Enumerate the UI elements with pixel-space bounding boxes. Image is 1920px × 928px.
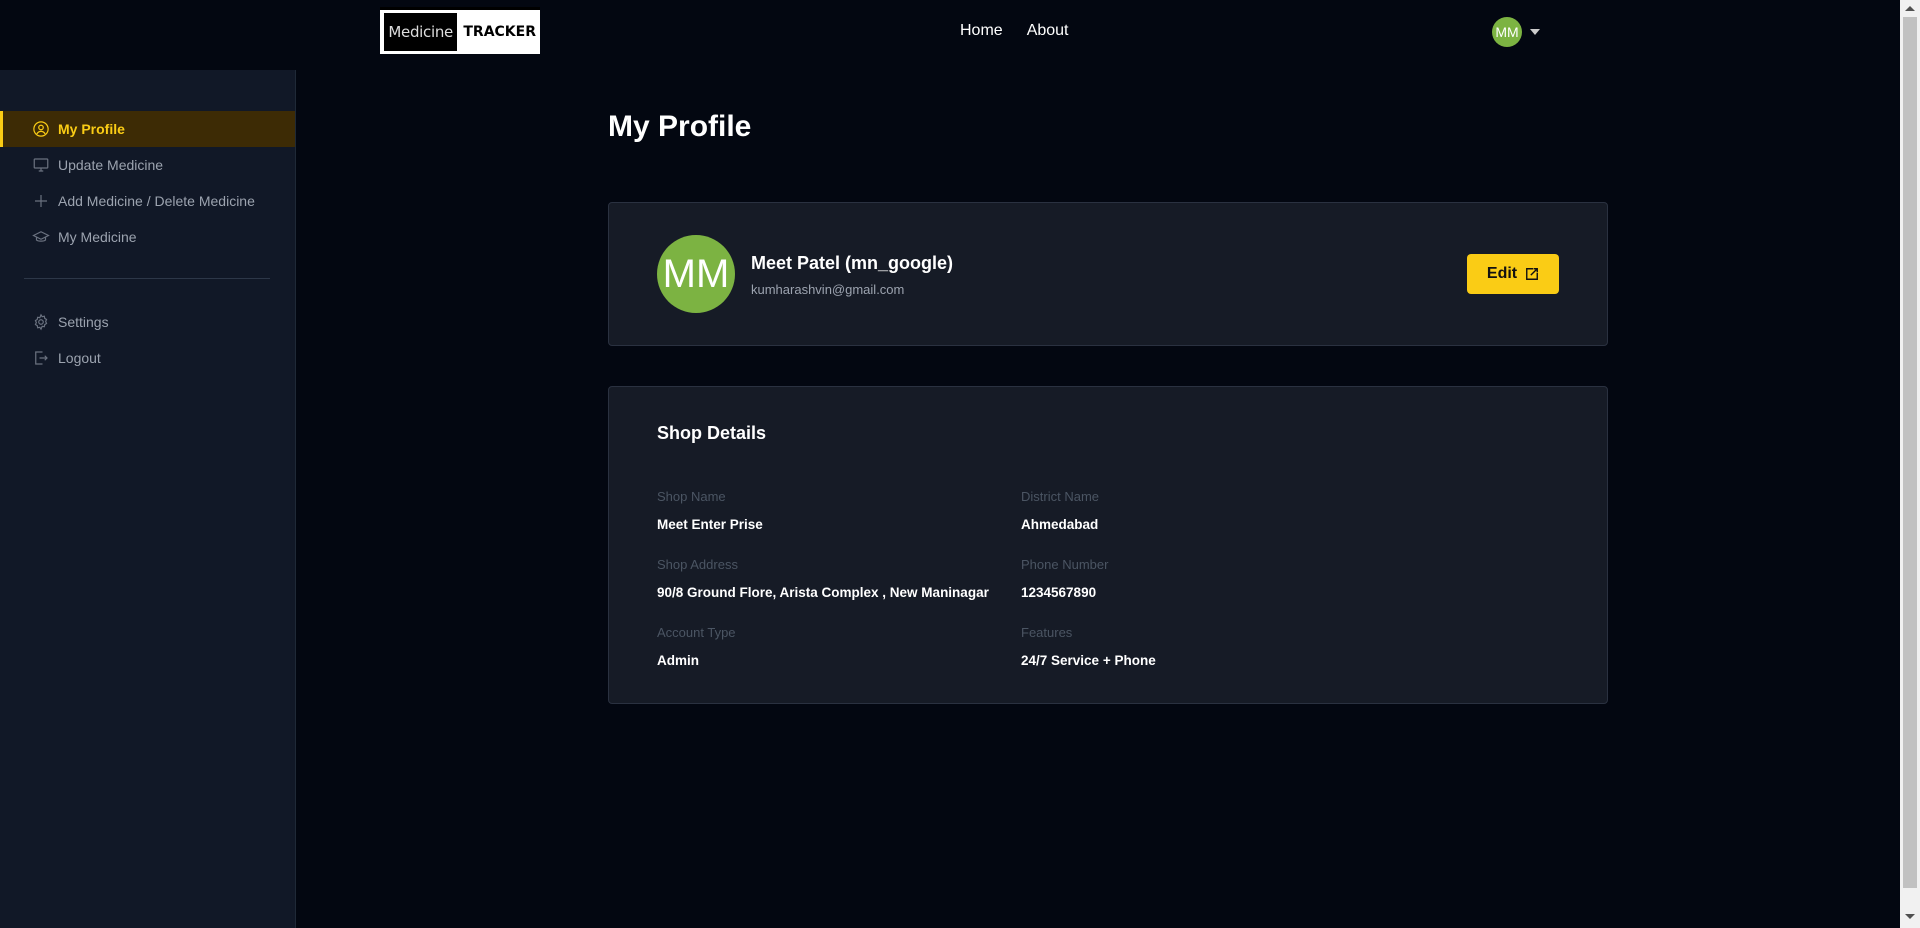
sidebar-item-my-medicine[interactable]: My Medicine: [0, 219, 295, 255]
scroll-thumb[interactable]: [1903, 17, 1917, 888]
phone-number-label: Phone Number: [1021, 557, 1109, 572]
logo-text-left: Medicine: [384, 13, 458, 51]
nav-about-link[interactable]: About: [1027, 22, 1069, 40]
sidebar-item-label: My Profile: [58, 121, 125, 137]
sidebar: My Profile Update Medicine Add Medicine …: [0, 70, 296, 928]
sidebar-item-label: Settings: [58, 314, 109, 330]
features-value: 24/7 Service + Phone: [1021, 653, 1156, 668]
plus-icon: [35, 195, 47, 207]
profile-card: MM Meet Patel (mn_google) kumharashvin@g…: [608, 202, 1608, 346]
sidebar-item-logout[interactable]: Logout: [0, 340, 295, 376]
scroll-down-arrow-icon[interactable]: [1905, 914, 1915, 919]
logo[interactable]: Medicine TRACKER: [380, 7, 540, 54]
chevron-down-icon[interactable]: [1530, 29, 1540, 35]
user-menu[interactable]: MM: [1492, 17, 1540, 47]
shop-address-value: 90/8 Ground Flore, Arista Complex , New …: [657, 585, 989, 600]
sidebar-item-label: Add Medicine / Delete Medicine: [58, 193, 255, 209]
user-circle-icon: [33, 121, 49, 137]
shop-address-label: Shop Address: [657, 557, 738, 572]
shop-details-title: Shop Details: [657, 423, 767, 443]
sidebar-item-update-medicine[interactable]: Update Medicine: [0, 147, 295, 183]
nav-links: Home About: [960, 22, 1069, 40]
sidebar-item-my-profile[interactable]: My Profile: [0, 111, 295, 147]
phone-number-value: 1234567890: [1021, 585, 1097, 600]
account-type-label: Account Type: [657, 625, 736, 640]
sidebar-item-add-delete-medicine[interactable]: Add Medicine / Delete Medicine: [0, 183, 295, 219]
top-navbar: Medicine TRACKER Home About MM: [0, 0, 1900, 70]
edit-button[interactable]: Edit: [1467, 254, 1559, 294]
monitor-icon: [33, 158, 49, 172]
edit-button-label: Edit: [1486, 265, 1518, 282]
sidebar-item-label: Update Medicine: [58, 157, 164, 173]
shop-name-label: Shop Name: [657, 489, 726, 504]
edit-icon: [1526, 268, 1539, 280]
gear-icon: [34, 313, 48, 331]
profile-name: Meet Patel (mn_google): [751, 253, 954, 273]
sidebar-divider: [24, 278, 270, 279]
sidebar-item-settings[interactable]: Settings: [0, 304, 295, 340]
profile-email: kumharashvin@gmail.com: [751, 282, 905, 297]
account-type-value: Admin: [657, 653, 699, 668]
sidebar-item-label: My Medicine: [58, 229, 137, 245]
avatar[interactable]: MM: [1492, 17, 1522, 47]
logo-text-right: TRACKER: [463, 24, 536, 40]
nav-home-link[interactable]: Home: [960, 22, 1003, 40]
shop-details-card: Shop Details Shop Name Meet Enter Prise …: [608, 386, 1608, 704]
scroll-up-arrow-icon[interactable]: [1905, 6, 1915, 11]
profile-avatar: MM: [657, 235, 735, 313]
logout-icon: [35, 351, 48, 365]
page-scrollbar[interactable]: [1900, 0, 1920, 928]
shop-name-value: Meet Enter Prise: [657, 517, 763, 532]
features-label: Features: [1021, 625, 1073, 640]
graduation-cap-icon: [32, 231, 50, 242]
sidebar-item-label: Logout: [58, 350, 101, 366]
district-name-label: District Name: [1021, 489, 1100, 504]
page-title: My Profile: [608, 110, 752, 143]
district-name-value: Ahmedabad: [1021, 517, 1099, 532]
